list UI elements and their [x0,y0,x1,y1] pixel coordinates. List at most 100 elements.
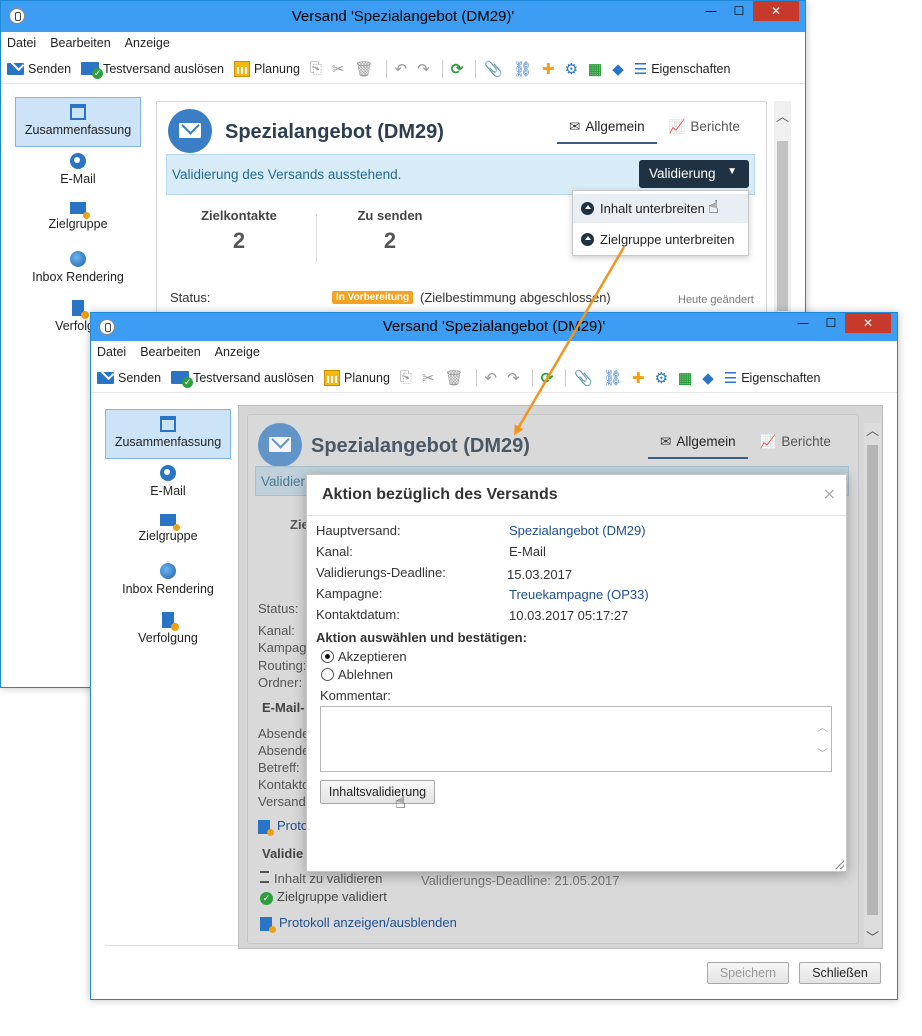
target-icon [70,202,90,219]
calendar-icon [234,60,251,77]
menu-datei[interactable]: Datei [97,345,126,359]
tab-allgemein[interactable]: ✉ Allgemein [648,428,748,459]
delete-icon[interactable]: 🗑 [444,369,463,387]
dialog-divider [307,515,846,516]
properties-button[interactable]: ☰ Eigenschaften [724,369,821,387]
sidebar-item-summary[interactable]: Zusammenfassung [15,97,141,147]
cut-icon[interactable]: ✂ [332,60,345,78]
sidebar-item-tracking[interactable]: Verfolgung [105,606,231,655]
back-tabs: ✉ Allgemein 📈 Berichte [557,113,752,144]
properties-icon: ☰ [633,60,648,78]
scroll-down-icon[interactable]: ﹀ [864,930,881,947]
menu-bearbeiten[interactable]: Bearbeiten [50,36,110,50]
undo-icon[interactable]: ↶ [395,60,408,78]
gift-icon[interactable]: ✚ [542,60,555,78]
scroll-up-icon[interactable]: ︿ [814,719,831,735]
email-icon [70,153,86,169]
campaign-label: Kampag [258,640,307,655]
reject-label[interactable]: Ablehnen [338,667,393,682]
delete-icon[interactable]: 🗑 [354,60,373,78]
link-icon[interactable]: ⛓ [603,369,622,387]
maximize-icon[interactable]: ☐ [817,313,845,333]
calculator-icon[interactable]: ▦ [678,369,692,387]
close-icon[interactable]: ✕ [845,313,891,333]
test-send-button[interactable]: Testversand auslösen [81,62,224,79]
redo-icon[interactable]: ↷ [507,369,520,387]
accept-label[interactable]: Akzeptieren [338,649,407,664]
front-titlebar[interactable]: Versand 'Spezialangebot (DM29)' — ☐ ✕ [91,313,897,341]
campaign-label: Kampagne: [316,586,383,601]
gift-icon[interactable]: ✚ [632,369,645,387]
sidebar-item-email[interactable]: E-Mail [15,147,141,196]
accept-radio[interactable] [321,650,334,663]
resize-grip-icon[interactable] [835,860,844,869]
comment-scrollbar[interactable]: ︿ ﹀ [814,707,831,771]
scroll-thumb[interactable] [867,445,878,915]
scroll-down-icon[interactable]: ﹀ [814,745,831,761]
send-button[interactable]: Senden [7,62,71,76]
sidebar-item-inbox-rendering[interactable]: Inbox Rendering [15,245,141,294]
stat-value-targets: 2 [232,228,246,253]
save-button[interactable]: Speichern [707,962,789,984]
close-button[interactable]: Schließen [799,962,881,984]
sidebar-label: Zusammenfassung [24,123,132,137]
deadline-label: Validierungs-Deadline: [316,565,446,580]
properties-button[interactable]: ☰ Eigenschaften [634,60,731,78]
copy-icon[interactable]: ⎘ [310,60,322,77]
sidebar-item-target[interactable]: Zielgruppe [105,508,231,557]
stat-label-targets: Zielkontakte [201,208,277,223]
menu-item-submit-content[interactable]: Inhalt unterbreiten [573,194,748,223]
link-icon[interactable]: ⛓ [513,60,532,78]
back-titlebar[interactable]: Versand 'Spezialangebot (DM29)' — ☐ ✕ [1,1,805,32]
maximize-icon[interactable]: ☐ [725,1,753,21]
sidebar-item-email[interactable]: E-Mail [105,459,231,508]
menu-datei[interactable]: Datei [7,36,36,50]
minimize-icon[interactable]: — [789,313,817,333]
attachment-icon[interactable]: 📎 [574,369,593,387]
tab-berichte[interactable]: 📈 Berichte [657,113,752,144]
close-icon[interactable]: ✕ [753,1,799,21]
approval-icon[interactable]: ⚙ [655,369,668,387]
folder-label: Ordner: [258,675,303,690]
content-validation-button[interactable]: Inhaltsvalidierung [320,780,435,804]
scroll-thumb[interactable] [777,141,788,311]
undo-icon[interactable]: ↶ [485,369,498,387]
tracking-tool-icon[interactable]: ◆ [612,60,624,78]
refresh-icon[interactable]: ⟳ [541,369,554,387]
copy-icon[interactable]: ⎘ [400,369,412,386]
dialog-close-icon[interactable]: × [823,484,836,503]
tab-berichte[interactable]: 📈 Berichte [748,428,843,459]
menu-anzeige[interactable]: Anzeige [125,36,170,50]
cut-icon[interactable]: ✂ [422,369,435,387]
scroll-up-icon[interactable]: ︿ [864,423,881,440]
protocol-link-partial[interactable]: Proto [258,818,308,836]
validate-button[interactable]: Validierung ▼ [639,160,749,188]
protocol-toggle-link[interactable]: Protokoll anzeigen/ausblenden [260,915,457,933]
refresh-icon[interactable]: ⟳ [451,60,464,78]
toolbar-separator [441,59,443,78]
test-send-button[interactable]: Testversand auslösen [171,371,314,388]
campaign-link[interactable]: Treuekampagne (OP33) [509,587,649,602]
scroll-up-icon[interactable]: ︿ [774,109,791,126]
planning-button[interactable]: Planung [234,60,300,77]
menu-anzeige[interactable]: Anzeige [215,345,260,359]
comment-textarea[interactable]: ︿ ﹀ [320,706,832,772]
tracking-tool-icon[interactable]: ◆ [702,369,714,387]
main-delivery-link[interactable]: Spezialangebot (DM29) [509,523,646,538]
reject-radio[interactable] [321,668,334,681]
tab-allgemein[interactable]: ✉ Allgemein [557,113,657,144]
approval-icon[interactable]: ⚙ [565,60,578,78]
planning-button[interactable]: Planung [324,369,390,386]
sidebar-item-inbox-rendering[interactable]: Inbox Rendering [105,557,231,606]
menu-bearbeiten[interactable]: Bearbeiten [140,345,200,359]
sidebar-item-target[interactable]: Zielgruppe [15,196,141,245]
redo-icon[interactable]: ↷ [417,60,430,78]
calculator-icon[interactable]: ▦ [588,60,602,78]
front-scrollbar[interactable]: ︿ ﹀ [864,423,881,947]
attachment-icon[interactable]: 📎 [484,60,503,78]
sidebar-item-summary[interactable]: Zusammenfassung [105,409,231,459]
back-scrollbar[interactable]: ︿ [774,101,791,321]
minimize-icon[interactable]: — [697,1,725,21]
menu-item-submit-target[interactable]: Zielgruppe unterbreiten [573,225,748,254]
send-button[interactable]: Senden [97,371,161,385]
